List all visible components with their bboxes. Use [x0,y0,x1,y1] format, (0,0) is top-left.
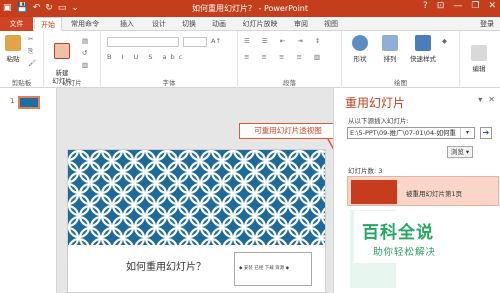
group-font: A↑ B I U S abc 字体 [101,31,238,88]
pane-menu-icon[interactable]: ▾ [478,95,482,104]
sign-in-link[interactable]: 登录 [480,17,494,31]
callout-label: 可重用幻灯片透视图 [239,123,337,139]
slide-title[interactable]: 如何重用幻灯片？ [126,258,206,273]
tab-insert[interactable]: 插入 [116,17,138,31]
new-slide-icon [54,43,70,59]
tab-animations[interactable]: 动画 [208,17,230,31]
title-bar: ▣ 💾 ↶ ↻ ▭ ⌄ 如何重用幻灯片？ - PowerPoint ? ⊡ — … [0,0,500,17]
pane-close-icon[interactable]: ✕ [488,95,495,104]
slide-thumbnail[interactable] [18,96,40,109]
reusable-slide-label: 被重用幻灯片第1页 [406,190,463,198]
minimize-button[interactable]: — [453,1,462,11]
font-format-buttons[interactable]: B I U S abc [107,53,186,61]
clipboard-group-label: 剪贴板 [11,79,32,87]
editing-button[interactable]: 编辑 [468,45,490,73]
tab-design[interactable]: 设计 [148,17,170,31]
source-label: 从以下源插入幻灯片: [348,117,409,125]
list-buttons[interactable]: ☰ ☰ ⇤ ⇥ ↕ [244,37,325,45]
group-drawing: 形状 排列 快速样式 ◆ 绘图 [342,31,460,88]
source-path-input[interactable]: E:\5-PPT\09-推广\07-01\04-如何重 [347,127,475,139]
tab-slide-show[interactable]: 幻灯片放映 [238,17,282,31]
section-icon[interactable]: ▥ [82,61,88,69]
pane-title: 重用幻灯片 [345,96,406,110]
arrange-icon [382,35,398,51]
reusable-slide-thumbnail [351,180,397,204]
layout-icon[interactable]: ▤ [82,37,88,45]
slide-editor: 如何重用幻灯片？ ◆ 安装 已经 下载 资源 ◆ [58,88,333,293]
window-controls: ? ⊡ — ❐ ✕ [423,1,496,11]
tab-review[interactable]: 审阅 [290,17,312,31]
cut-icon[interactable]: ✂ [28,35,33,43]
slide-number: 1 [10,97,15,105]
ribbon: 粘贴 ✂ ⎘ 🖌 剪贴板 新建 幻灯片 ▤ ↺ ▥ 幻灯片 A↑ B I U S… [0,31,500,88]
ribbon-tabs: 文件 开始 常用命令 插入 设计 切换 动画 幻灯片放映 审阅 视图 登录 [0,17,500,31]
ribbon-display-button[interactable]: ⊡ [437,1,445,11]
align-buttons[interactable]: ≡ ≡ ≡ ≡ ▥ [244,53,325,61]
path-dropdown-icon[interactable]: ▾ [460,128,474,138]
quick-styles-icon [415,35,431,51]
group-clipboard: 粘贴 ✂ ⎘ 🖌 剪贴板 [0,31,44,88]
circle-pattern-graphic [68,150,325,245]
circle-pattern-background [68,150,325,245]
tab-transitions[interactable]: 切换 [178,17,200,31]
slide-count: 幻灯片数: 3 [348,167,383,175]
copy-icon[interactable]: ⎘ [28,47,33,56]
help-button[interactable]: ? [423,1,428,11]
watermark-main-text: 百科全说 [362,223,434,243]
group-paragraph: ☰ ☰ ⇤ ⇥ ↕ ≡ ≡ ≡ ≡ ▥ 段落 [238,31,342,88]
group-slides: 新建 幻灯片 ▤ ↺ ▥ 幻灯片 [44,31,101,88]
shapes-button[interactable]: 形状 [350,35,370,63]
browse-button[interactable]: 浏览 ▾ [447,146,473,158]
quick-styles-button[interactable]: 快速样式 [408,35,438,63]
close-button[interactable]: ✕ [488,1,496,11]
restore-button[interactable]: ❐ [471,1,479,11]
slide-subtitle-box[interactable]: ◆ 安装 已经 下载 资源 ◆ [234,252,312,286]
shape-fill-icon[interactable]: ◆ [442,37,447,45]
watermark-sub-text: 助你轻松解决 [373,247,437,258]
slide-thumbnails-pane: 1 [0,88,57,293]
paragraph-group-label: 段落 [283,79,296,87]
current-slide[interactable]: 如何重用幻灯片？ ◆ 安装 已经 下载 资源 ◆ [67,149,326,293]
paste-icon [5,35,21,51]
slides-group-label: 幻灯片 [62,79,82,87]
watermark: 百科全说 助你轻松解决 [354,211,482,263]
tab-view[interactable]: 视图 [320,17,342,31]
arrange-button[interactable]: 排列 [380,35,400,63]
tab-file[interactable]: 文件 [0,17,33,31]
font-size-combo[interactable] [183,37,207,47]
tab-common-commands[interactable]: 常用命令 [66,17,104,31]
font-group-label: 字体 [162,79,176,87]
find-icon [471,45,487,61]
go-arrow-icon[interactable]: ➔ [480,127,492,139]
shapes-icon [352,35,368,51]
grow-font-icon[interactable]: A↑ [211,37,221,45]
reset-icon[interactable]: ↺ [82,49,87,57]
reusable-slide-item[interactable]: 被重用幻灯片第1页 [347,176,499,206]
drawing-group-label: 绘图 [394,79,407,87]
pane-controls: ▾ ✕ [478,95,495,104]
group-editing: 编辑 [460,31,500,88]
paste-button[interactable]: 粘贴 [3,35,23,63]
font-name-combo[interactable] [107,37,179,47]
format-painter-icon[interactable]: 🖌 [28,59,36,67]
tab-home[interactable]: 开始 [34,17,62,31]
